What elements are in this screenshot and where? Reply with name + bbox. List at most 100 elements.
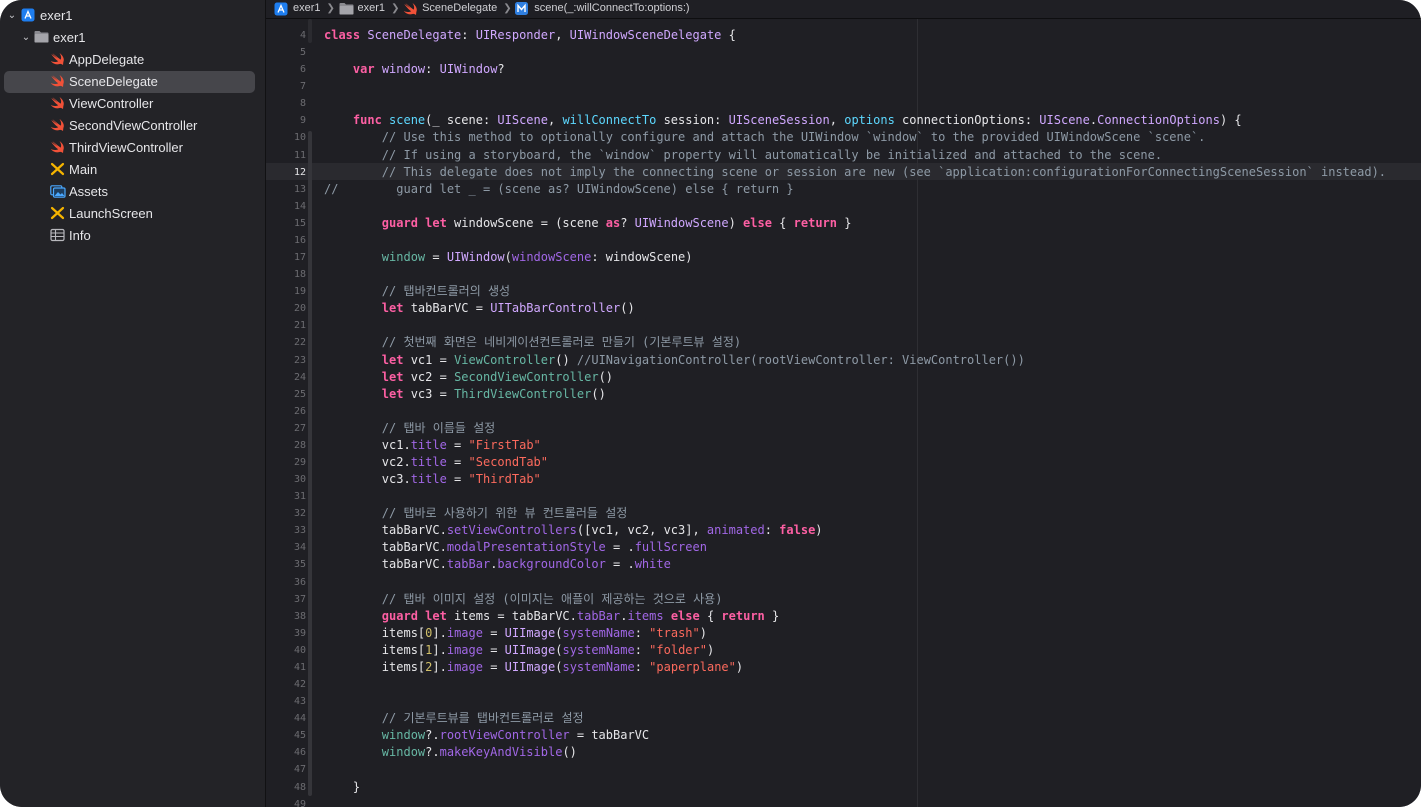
navigator-item-scenedelegate[interactable]: SceneDelegate: [4, 71, 255, 93]
navigator-item-thirdviewcontroller[interactable]: ThirdViewController: [4, 137, 255, 159]
navigator-item-info[interactable]: Info: [4, 225, 255, 247]
code-line[interactable]: vc1.title = "FirstTab": [324, 437, 541, 454]
code-token: window: [381, 745, 426, 759]
code-line[interactable]: tabBarVC.tabBar.backgroundColor = .white: [324, 556, 671, 573]
code-line[interactable]: window = UIWindow(windowScene: windowSce…: [324, 249, 693, 266]
line-number: 17: [293, 252, 306, 263]
code-token: ): [815, 523, 823, 537]
code-line[interactable]: items[1].image = UIImage(systemName: "fo…: [324, 642, 714, 659]
code-line[interactable]: // guard let _ = (scene as? UIWindowScen…: [324, 181, 794, 198]
code-line[interactable]: window?.rootViewController = tabBarVC: [324, 727, 649, 744]
line-number: 31: [293, 491, 306, 502]
code-line[interactable]: tabBarVC.setViewControllers([vc1, vc2, v…: [324, 522, 823, 539]
navigator-item-secondviewcontroller[interactable]: SecondViewController: [4, 115, 255, 137]
line-number: 36: [293, 577, 306, 588]
code-line[interactable]: items[0].image = UIImage(systemName: "tr…: [324, 625, 707, 642]
line-number: 22: [293, 337, 306, 348]
code-line[interactable]: // 탭바 이미지 설정 (이미지는 애플이 제공하는 것으로 사용): [324, 591, 723, 608]
code-line[interactable]: // 탭바 이름들 설정: [324, 420, 495, 437]
code-token: UIImage: [504, 660, 556, 674]
code-line[interactable]: }: [324, 779, 360, 796]
code-line[interactable]: // Use this method to optionally configu…: [324, 129, 1206, 146]
code-token: =: [446, 438, 469, 452]
code-token: (): [562, 745, 577, 759]
code-fold-ribbon-top[interactable]: [308, 19, 312, 43]
code-token: ].: [432, 626, 447, 640]
code-token: title: [410, 455, 447, 469]
code-token: animated: [706, 523, 765, 537]
breadcrumb-item[interactable]: exer1: [358, 1, 386, 16]
code-token: as: [605, 216, 621, 230]
navigator-item-exer1[interactable]: ⌄ exer1: [4, 27, 255, 49]
navigator-item-label: Info: [69, 228, 91, 243]
code-line[interactable]: // 기본루트뷰를 탭바컨트롤러로 설정: [324, 710, 584, 727]
code-token: systemName: [562, 660, 635, 674]
code-line[interactable]: // This delegate does not imply the conn…: [324, 164, 1386, 181]
code-token: UISceneSession: [728, 113, 830, 127]
code-token: =: [446, 472, 469, 486]
code-token: title: [410, 472, 447, 486]
code-token: class: [324, 28, 368, 42]
code-line[interactable]: tabBarVC.modalPresentationStyle = .fullS…: [324, 539, 707, 556]
code-line[interactable]: // 탭바컨트롤러의 생성: [324, 283, 510, 300]
code-token: window: [381, 250, 426, 264]
navigator-item-assets[interactable]: Assets: [4, 181, 255, 203]
code-fold-ribbon[interactable]: [308, 131, 312, 796]
code-line[interactable]: // 탭바로 사용하기 위한 뷰 컨트롤러들 설정: [324, 505, 627, 522]
disclosure-chevron-icon[interactable]: ⌄: [6, 9, 18, 23]
code-line[interactable]: let vc2 = SecondViewController(): [324, 369, 613, 386]
code-token: :: [764, 523, 780, 537]
navigator-item-appdelegate[interactable]: AppDelegate: [4, 49, 255, 71]
code-line[interactable]: vc2.title = "SecondTab": [324, 454, 548, 471]
code-token: {: [721, 28, 736, 42]
code-line[interactable]: // If using a storyboard, the `window` p…: [324, 147, 1162, 164]
line-number: 45: [293, 730, 306, 741]
code-line[interactable]: let tabBarVC = UITabBarController(): [324, 300, 635, 317]
code-editor[interactable]: 4 5 6 7 8 9 10 11 12 13 14 15 16 17 18 19 20 21 22 23 24 25 26…: [266, 19, 1421, 807]
line-number: 7: [299, 81, 306, 92]
code-line[interactable]: let vc3 = ThirdViewController(): [324, 386, 606, 403]
navigator-item-launchscreen[interactable]: LaunchScreen: [4, 203, 255, 225]
code-line[interactable]: guard let windowScene = (scene as? UIWin…: [324, 215, 852, 232]
code-line[interactable]: var window: UIWindow?: [324, 61, 505, 78]
code-token: = .: [605, 557, 635, 571]
navigator-item-label: AppDelegate: [69, 52, 145, 67]
breadcrumb-item[interactable]: exer1: [293, 1, 321, 16]
navigator-item-exer1[interactable]: ⌄ exer1: [4, 5, 255, 27]
breadcrumb-item[interactable]: SceneDelegate: [422, 1, 497, 16]
code-token: image: [446, 626, 483, 640]
code-token: items: [627, 609, 664, 623]
code-token: (): [591, 387, 606, 401]
code-token: ): [728, 216, 744, 230]
line-number: 19: [293, 286, 306, 297]
code-token: "ThirdTab": [468, 472, 541, 486]
line-number: 39: [293, 628, 306, 639]
code-token: ].: [432, 660, 447, 674]
code-line[interactable]: vc3.title = "ThirdTab": [324, 471, 541, 488]
code-line[interactable]: class SceneDelegate: UIResponder, UIWind…: [324, 27, 736, 44]
code-line[interactable]: func scene(_ scene: UIScene, willConnect…: [324, 112, 1242, 129]
code-token: rootViewController: [439, 728, 570, 742]
navigator-item-viewcontroller[interactable]: ViewController: [4, 93, 255, 115]
code-line[interactable]: window?.makeKeyAndVisible(): [324, 744, 577, 761]
code-line[interactable]: let vc1 = ViewController() //UINavigatio…: [324, 352, 1025, 369]
code-token: "trash": [649, 626, 700, 640]
code-token: vc3 =: [410, 387, 455, 401]
code-token: systemName: [562, 626, 635, 640]
code-text-area[interactable]: class SceneDelegate: UIResponder, UIWind…: [324, 19, 1421, 807]
code-token: }: [837, 216, 852, 230]
code-line[interactable]: items[2].image = UIImage(systemName: "pa…: [324, 659, 743, 676]
line-number: 33: [293, 525, 306, 536]
navigator-item-label: SceneDelegate: [69, 74, 158, 89]
breadcrumb-separator-icon: ❯: [326, 3, 335, 14]
breadcrumb-item[interactable]: scene(_:willConnectTo:options:): [534, 1, 689, 16]
code-line[interactable]: guard let items = tabBarVC.tabBar.items …: [324, 608, 779, 625]
line-number: 32: [293, 508, 306, 519]
disclosure-chevron-icon[interactable]: ⌄: [20, 31, 32, 45]
navigator-item-main[interactable]: Main: [4, 159, 255, 181]
code-line[interactable]: // 첫번째 화면은 네비게이션컨트롤러로 만들기 (기본루트뷰 설정): [324, 334, 741, 351]
navigator-item-label: exer1: [40, 8, 73, 23]
code-token: }: [764, 609, 780, 623]
line-number: 15: [293, 218, 306, 229]
